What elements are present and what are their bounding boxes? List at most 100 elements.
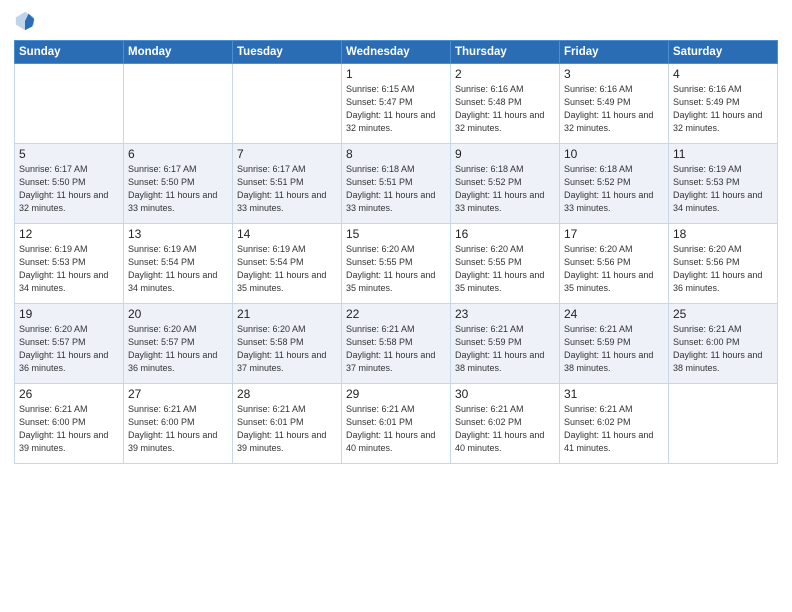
calendar-cell: 24 Sunrise: 6:21 AM Sunset: 5:59 PM Dayli… — [560, 304, 669, 384]
calendar-cell: 7 Sunrise: 6:17 AM Sunset: 5:51 PM Daylig… — [233, 144, 342, 224]
calendar-cell — [15, 64, 124, 144]
calendar-cell: 15 Sunrise: 6:20 AM Sunset: 5:55 PM Dayli… — [342, 224, 451, 304]
day-info: Sunrise: 6:19 AM Sunset: 5:53 PM Dayligh… — [673, 163, 773, 215]
day-number: 29 — [346, 387, 446, 401]
day-info: Sunrise: 6:21 AM Sunset: 6:02 PM Dayligh… — [455, 403, 555, 455]
day-number: 19 — [19, 307, 119, 321]
day-of-week-header: Saturday — [669, 41, 778, 64]
day-number: 20 — [128, 307, 228, 321]
header — [14, 10, 778, 32]
calendar-week-row: 5 Sunrise: 6:17 AM Sunset: 5:50 PM Daylig… — [15, 144, 778, 224]
calendar-cell: 27 Sunrise: 6:21 AM Sunset: 6:00 PM Dayli… — [124, 384, 233, 464]
page: SundayMondayTuesdayWednesdayThursdayFrid… — [0, 0, 792, 612]
day-info: Sunrise: 6:19 AM Sunset: 5:53 PM Dayligh… — [19, 243, 119, 295]
day-number: 2 — [455, 67, 555, 81]
day-number: 10 — [564, 147, 664, 161]
calendar-cell: 21 Sunrise: 6:20 AM Sunset: 5:58 PM Dayli… — [233, 304, 342, 384]
day-info: Sunrise: 6:21 AM Sunset: 6:00 PM Dayligh… — [128, 403, 228, 455]
day-number: 22 — [346, 307, 446, 321]
calendar-cell: 26Sunrise: 6:21 AM Sunset: 6:00 PM Dayli… — [15, 384, 124, 464]
day-of-week-header: Sunday — [15, 41, 124, 64]
day-number: 6 — [128, 147, 228, 161]
calendar-table: SundayMondayTuesdayWednesdayThursdayFrid… — [14, 40, 778, 464]
day-info: Sunrise: 6:20 AM Sunset: 5:57 PM Dayligh… — [19, 323, 119, 375]
day-info: Sunrise: 6:20 AM Sunset: 5:55 PM Dayligh… — [455, 243, 555, 295]
day-number: 4 — [673, 67, 773, 81]
day-number: 5 — [19, 147, 119, 161]
calendar-cell: 9Sunrise: 6:18 AM Sunset: 5:52 PM Daylig… — [451, 144, 560, 224]
day-number: 12 — [19, 227, 119, 241]
day-info: Sunrise: 6:21 AM Sunset: 6:00 PM Dayligh… — [673, 323, 773, 375]
day-number: 16 — [455, 227, 555, 241]
calendar-cell: 8 Sunrise: 6:18 AM Sunset: 5:51 PM Daylig… — [342, 144, 451, 224]
day-number: 25 — [673, 307, 773, 321]
day-number: 31 — [564, 387, 664, 401]
day-info: Sunrise: 6:21 AM Sunset: 6:01 PM Dayligh… — [237, 403, 337, 455]
day-info: Sunrise: 6:17 AM Sunset: 5:51 PM Dayligh… — [237, 163, 337, 215]
calendar-cell: 2Sunrise: 6:16 AM Sunset: 5:48 PM Daylig… — [451, 64, 560, 144]
day-number: 24 — [564, 307, 664, 321]
day-info: Sunrise: 6:18 AM Sunset: 5:52 PM Dayligh… — [564, 163, 664, 215]
calendar-cell: 5 Sunrise: 6:17 AM Sunset: 5:50 PM Daylig… — [15, 144, 124, 224]
day-info: Sunrise: 6:21 AM Sunset: 6:01 PM Dayligh… — [346, 403, 446, 455]
day-info: Sunrise: 6:21 AM Sunset: 5:59 PM Dayligh… — [455, 323, 555, 375]
day-number: 11 — [673, 147, 773, 161]
day-of-week-header: Tuesday — [233, 41, 342, 64]
calendar-cell: 18Sunrise: 6:20 AM Sunset: 5:56 PM Dayli… — [669, 224, 778, 304]
day-number: 23 — [455, 307, 555, 321]
day-info: Sunrise: 6:19 AM Sunset: 5:54 PM Dayligh… — [128, 243, 228, 295]
day-info: Sunrise: 6:20 AM Sunset: 5:56 PM Dayligh… — [673, 243, 773, 295]
calendar-week-row: 1 Sunrise: 6:15 AM Sunset: 5:47 PM Daylig… — [15, 64, 778, 144]
day-number: 30 — [455, 387, 555, 401]
day-number: 21 — [237, 307, 337, 321]
calendar-week-row: 19 Sunrise: 6:20 AM Sunset: 5:57 PM Dayli… — [15, 304, 778, 384]
day-of-week-header: Wednesday — [342, 41, 451, 64]
calendar-cell: 17Sunrise: 6:20 AM Sunset: 5:56 PM Dayli… — [560, 224, 669, 304]
day-info: Sunrise: 6:20 AM Sunset: 5:58 PM Dayligh… — [237, 323, 337, 375]
calendar-cell: 30 Sunrise: 6:21 AM Sunset: 6:02 PM Dayli… — [451, 384, 560, 464]
day-info: Sunrise: 6:20 AM Sunset: 5:57 PM Dayligh… — [128, 323, 228, 375]
day-info: Sunrise: 6:15 AM Sunset: 5:47 PM Dayligh… — [346, 83, 446, 135]
day-info: Sunrise: 6:21 AM Sunset: 5:58 PM Dayligh… — [346, 323, 446, 375]
calendar-week-row: 12 Sunrise: 6:19 AM Sunset: 5:53 PM Dayli… — [15, 224, 778, 304]
calendar-cell: 29 Sunrise: 6:21 AM Sunset: 6:01 PM Dayli… — [342, 384, 451, 464]
day-number: 27 — [128, 387, 228, 401]
day-info: Sunrise: 6:19 AM Sunset: 5:54 PM Dayligh… — [237, 243, 337, 295]
day-of-week-header: Monday — [124, 41, 233, 64]
day-of-week-header: Friday — [560, 41, 669, 64]
day-number: 7 — [237, 147, 337, 161]
calendar-cell: 25 Sunrise: 6:21 AM Sunset: 6:00 PM Dayli… — [669, 304, 778, 384]
day-info: Sunrise: 6:18 AM Sunset: 5:51 PM Dayligh… — [346, 163, 446, 215]
calendar-cell — [669, 384, 778, 464]
logo — [14, 14, 38, 32]
calendar-cell: 22 Sunrise: 6:21 AM Sunset: 5:58 PM Dayli… — [342, 304, 451, 384]
day-info: Sunrise: 6:21 AM Sunset: 5:59 PM Dayligh… — [564, 323, 664, 375]
day-number: 15 — [346, 227, 446, 241]
day-info: Sunrise: 6:20 AM Sunset: 5:55 PM Dayligh… — [346, 243, 446, 295]
calendar-cell: 13Sunrise: 6:19 AM Sunset: 5:54 PM Dayli… — [124, 224, 233, 304]
day-number: 9 — [455, 147, 555, 161]
day-of-week-header: Thursday — [451, 41, 560, 64]
calendar-cell: 28Sunrise: 6:21 AM Sunset: 6:01 PM Dayli… — [233, 384, 342, 464]
calendar-cell: 4 Sunrise: 6:16 AM Sunset: 5:49 PM Daylig… — [669, 64, 778, 144]
day-number: 1 — [346, 67, 446, 81]
day-info: Sunrise: 6:17 AM Sunset: 5:50 PM Dayligh… — [19, 163, 119, 215]
calendar-cell: 12 Sunrise: 6:19 AM Sunset: 5:53 PM Dayli… — [15, 224, 124, 304]
calendar-cell: 20 Sunrise: 6:20 AM Sunset: 5:57 PM Dayli… — [124, 304, 233, 384]
calendar-cell: 31Sunrise: 6:21 AM Sunset: 6:02 PM Dayli… — [560, 384, 669, 464]
day-info: Sunrise: 6:17 AM Sunset: 5:50 PM Dayligh… — [128, 163, 228, 215]
logo-icon — [14, 10, 36, 32]
calendar-header-row: SundayMondayTuesdayWednesdayThursdayFrid… — [15, 41, 778, 64]
day-info: Sunrise: 6:16 AM Sunset: 5:49 PM Dayligh… — [564, 83, 664, 135]
day-number: 14 — [237, 227, 337, 241]
day-info: Sunrise: 6:16 AM Sunset: 5:49 PM Dayligh… — [673, 83, 773, 135]
calendar-cell — [124, 64, 233, 144]
day-number: 8 — [346, 147, 446, 161]
calendar-cell: 14 Sunrise: 6:19 AM Sunset: 5:54 PM Dayli… — [233, 224, 342, 304]
day-info: Sunrise: 6:20 AM Sunset: 5:56 PM Dayligh… — [564, 243, 664, 295]
calendar-cell: 11 Sunrise: 6:19 AM Sunset: 5:53 PM Dayli… — [669, 144, 778, 224]
calendar-week-row: 26Sunrise: 6:21 AM Sunset: 6:00 PM Dayli… — [15, 384, 778, 464]
calendar-cell: 1 Sunrise: 6:15 AM Sunset: 5:47 PM Daylig… — [342, 64, 451, 144]
calendar-cell: 23 Sunrise: 6:21 AM Sunset: 5:59 PM Dayli… — [451, 304, 560, 384]
day-info: Sunrise: 6:21 AM Sunset: 6:00 PM Dayligh… — [19, 403, 119, 455]
